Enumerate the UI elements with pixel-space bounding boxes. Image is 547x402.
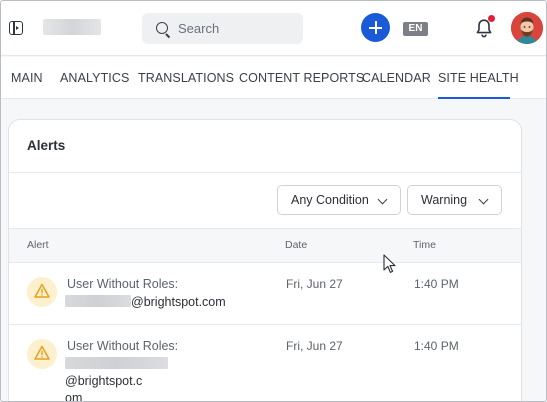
card-title: Alerts	[27, 138, 66, 153]
alert-time: 1:40 PM	[414, 339, 459, 353]
redacted-username	[65, 295, 131, 307]
email-domain: @brightspot.c	[65, 374, 143, 388]
alerts-card: Alerts Any Condition Warning Alert Date …	[8, 119, 522, 402]
language-badge[interactable]: EN	[403, 22, 428, 36]
alert-title: User Without Roles:	[67, 339, 179, 353]
condition-dropdown[interactable]: Any Condition	[277, 185, 401, 215]
tab-site-health[interactable]: SITE HEALTH	[438, 57, 519, 99]
table-header: Alert Date Time	[9, 228, 521, 263]
tab-analytics[interactable]: ANALYTICS	[60, 57, 129, 99]
chevron-down-icon	[377, 194, 388, 205]
tab-translations[interactable]: TRANSLATIONS	[138, 57, 234, 99]
alert-email: @brightspot.c om	[65, 356, 245, 402]
search-input[interactable]	[178, 13, 298, 44]
notification-dot-icon	[488, 15, 495, 22]
plus-icon	[369, 21, 382, 34]
search-box[interactable]	[142, 13, 303, 44]
alert-date: Fri, Jun 27	[286, 339, 343, 353]
table-row[interactable]: User Without Roles: @brightspot.c om Fri,…	[9, 325, 521, 402]
email-domain: @brightspot.com	[131, 295, 226, 309]
column-header-date[interactable]: Date	[285, 229, 307, 262]
tab-bar: MAIN ANALYTICS TRANSLATIONS CONTENT REPO…	[1, 57, 546, 99]
tab-calendar[interactable]: CALENDAR	[362, 57, 431, 99]
mouse-cursor-icon	[383, 254, 396, 273]
user-avatar[interactable]	[511, 12, 543, 44]
tab-content-reports[interactable]: CONTENT REPORTS	[239, 57, 364, 99]
redacted-username	[65, 357, 168, 369]
table-row[interactable]: User Without Roles: @brightspot.com Fri,…	[9, 263, 521, 325]
alert-time: 1:40 PM	[414, 277, 459, 291]
create-button[interactable]	[361, 13, 390, 42]
warning-icon	[27, 277, 57, 307]
alert-date: Fri, Jun 27	[286, 277, 343, 291]
alert-title: User Without Roles:	[67, 277, 179, 291]
app-window: EN MAIN ANALYTICS TRANSLATIONS CONTENT R	[0, 0, 547, 402]
column-header-alert[interactable]: Alert	[27, 229, 49, 262]
search-icon	[156, 22, 168, 34]
site-logo[interactable]	[43, 19, 101, 35]
tab-main[interactable]: MAIN	[11, 57, 43, 99]
email-domain-wrap: om	[65, 391, 83, 402]
top-bar: EN	[1, 1, 546, 56]
warning-icon	[27, 339, 57, 369]
divider	[9, 172, 521, 173]
chevron-down-icon	[478, 194, 489, 205]
column-header-time[interactable]: Time	[413, 229, 436, 262]
severity-dropdown[interactable]: Warning	[407, 185, 502, 215]
sidebar-toggle-icon[interactable]	[9, 21, 23, 35]
severity-dropdown-label: Warning	[421, 193, 468, 207]
alert-email: @brightspot.com	[65, 294, 226, 311]
condition-dropdown-label: Any Condition	[291, 193, 369, 207]
